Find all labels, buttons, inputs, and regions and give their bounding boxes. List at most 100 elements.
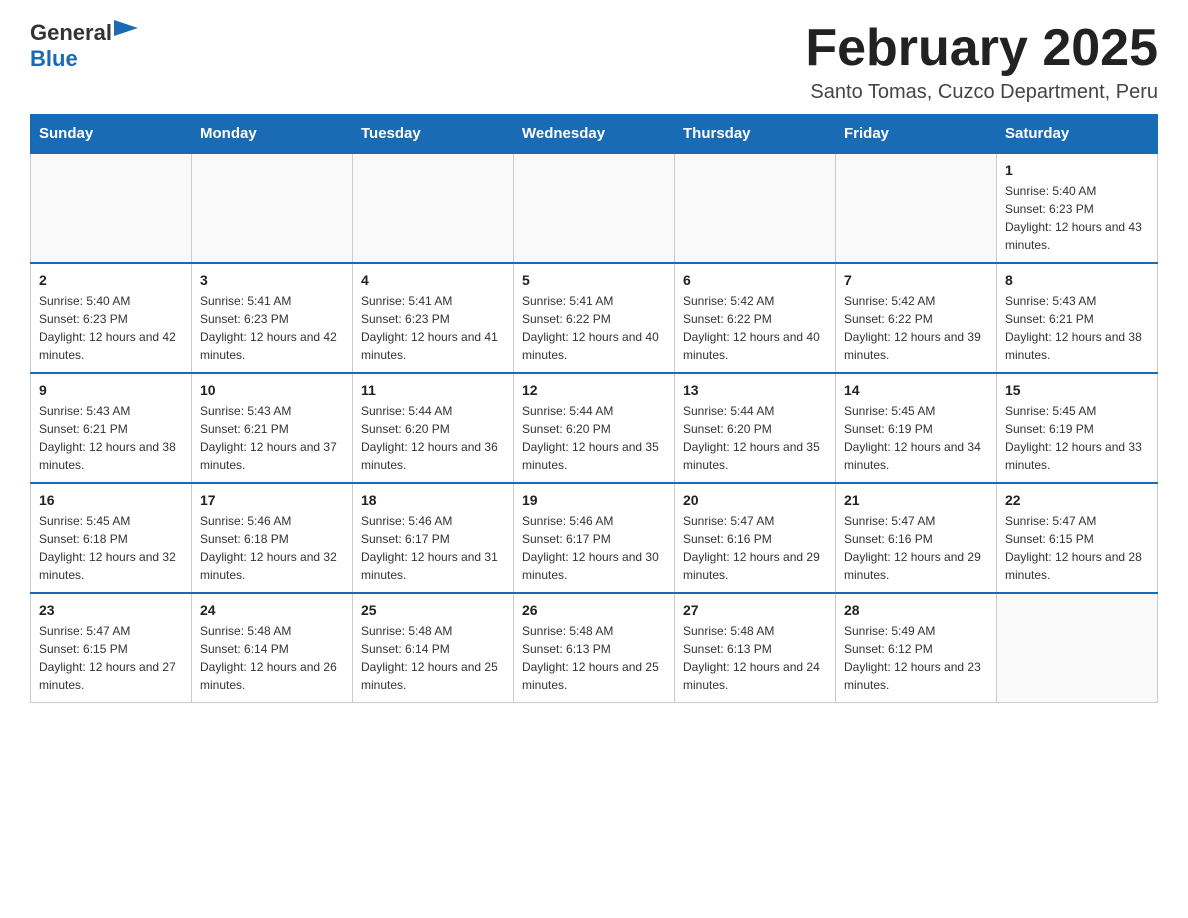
day-info: Sunrise: 5:48 AM Sunset: 6:14 PM Dayligh… <box>361 622 505 694</box>
logo: General Blue <box>30 20 138 72</box>
day-number: 8 <box>1005 272 1149 288</box>
day-number: 9 <box>39 382 183 398</box>
calendar-cell <box>31 153 192 263</box>
day-number: 28 <box>844 602 988 618</box>
calendar-cell: 9 Sunrise: 5:43 AM Sunset: 6:21 PM Daylig… <box>31 373 192 483</box>
day-info: Sunrise: 5:43 AM Sunset: 6:21 PM Dayligh… <box>39 402 183 474</box>
calendar-table: SundayMondayTuesdayWednesdayThursdayFrid… <box>30 114 1158 703</box>
calendar-cell <box>192 153 353 263</box>
page-header: General Blue February 2025 Santo Tomas, … <box>30 20 1158 104</box>
day-info: Sunrise: 5:44 AM Sunset: 6:20 PM Dayligh… <box>683 402 827 474</box>
day-info: Sunrise: 5:41 AM Sunset: 6:23 PM Dayligh… <box>361 292 505 364</box>
day-info: Sunrise: 5:44 AM Sunset: 6:20 PM Dayligh… <box>522 402 666 474</box>
calendar-cell: 3 Sunrise: 5:41 AM Sunset: 6:23 PM Daylig… <box>192 263 353 373</box>
calendar-header-thursday: Thursday <box>675 115 836 154</box>
calendar-cell: 28 Sunrise: 5:49 AM Sunset: 6:12 PM Dayli… <box>836 593 997 703</box>
calendar-cell: 10 Sunrise: 5:43 AM Sunset: 6:21 PM Dayli… <box>192 373 353 483</box>
day-info: Sunrise: 5:43 AM Sunset: 6:21 PM Dayligh… <box>200 402 344 474</box>
day-info: Sunrise: 5:46 AM Sunset: 6:17 PM Dayligh… <box>361 512 505 584</box>
calendar-cell <box>353 153 514 263</box>
day-info: Sunrise: 5:47 AM Sunset: 6:15 PM Dayligh… <box>39 622 183 694</box>
day-number: 6 <box>683 272 827 288</box>
day-number: 11 <box>361 382 505 398</box>
day-number: 21 <box>844 492 988 508</box>
day-number: 5 <box>522 272 666 288</box>
logo-general-text: General <box>30 20 112 45</box>
month-year-title: February 2025 <box>805 20 1158 77</box>
calendar-cell: 5 Sunrise: 5:41 AM Sunset: 6:22 PM Daylig… <box>514 263 675 373</box>
calendar-header-row: SundayMondayTuesdayWednesdayThursdayFrid… <box>31 115 1158 154</box>
day-info: Sunrise: 5:48 AM Sunset: 6:13 PM Dayligh… <box>522 622 666 694</box>
day-number: 26 <box>522 602 666 618</box>
day-info: Sunrise: 5:44 AM Sunset: 6:20 PM Dayligh… <box>361 402 505 474</box>
calendar-cell: 12 Sunrise: 5:44 AM Sunset: 6:20 PM Dayli… <box>514 373 675 483</box>
calendar-cell: 2Sunrise: 5:40 AM Sunset: 6:23 PM Daylig… <box>31 263 192 373</box>
calendar-cell <box>514 153 675 263</box>
calendar-header-monday: Monday <box>192 115 353 154</box>
calendar-cell: 13Sunrise: 5:44 AM Sunset: 6:20 PM Dayli… <box>675 373 836 483</box>
calendar-cell <box>675 153 836 263</box>
day-number: 14 <box>844 382 988 398</box>
day-info: Sunrise: 5:46 AM Sunset: 6:17 PM Dayligh… <box>522 512 666 584</box>
day-info: Sunrise: 5:48 AM Sunset: 6:14 PM Dayligh… <box>200 622 344 694</box>
day-number: 3 <box>200 272 344 288</box>
day-number: 10 <box>200 382 344 398</box>
day-number: 22 <box>1005 492 1149 508</box>
calendar-cell: 4 Sunrise: 5:41 AM Sunset: 6:23 PM Daylig… <box>353 263 514 373</box>
day-info: Sunrise: 5:45 AM Sunset: 6:19 PM Dayligh… <box>844 402 988 474</box>
calendar-cell: 16 Sunrise: 5:45 AM Sunset: 6:18 PM Dayli… <box>31 483 192 593</box>
day-info: Sunrise: 5:47 AM Sunset: 6:16 PM Dayligh… <box>683 512 827 584</box>
calendar-header-friday: Friday <box>836 115 997 154</box>
location-subtitle: Santo Tomas, Cuzco Department, Peru <box>805 81 1158 104</box>
day-number: 15 <box>1005 382 1149 398</box>
calendar-header-sunday: Sunday <box>31 115 192 154</box>
calendar-header-tuesday: Tuesday <box>353 115 514 154</box>
day-info: Sunrise: 5:46 AM Sunset: 6:18 PM Dayligh… <box>200 512 344 584</box>
calendar-week-row: 16 Sunrise: 5:45 AM Sunset: 6:18 PM Dayli… <box>31 483 1158 593</box>
calendar-cell: 11 Sunrise: 5:44 AM Sunset: 6:20 PM Dayli… <box>353 373 514 483</box>
day-info: Sunrise: 5:41 AM Sunset: 6:22 PM Dayligh… <box>522 292 666 364</box>
day-info: Sunrise: 5:40 AM Sunset: 6:23 PM Dayligh… <box>1005 182 1149 254</box>
day-number: 27 <box>683 602 827 618</box>
calendar-cell: 25 Sunrise: 5:48 AM Sunset: 6:14 PM Dayli… <box>353 593 514 703</box>
calendar-cell: 14 Sunrise: 5:45 AM Sunset: 6:19 PM Dayli… <box>836 373 997 483</box>
day-info: Sunrise: 5:41 AM Sunset: 6:23 PM Dayligh… <box>200 292 344 364</box>
day-info: Sunrise: 5:43 AM Sunset: 6:21 PM Dayligh… <box>1005 292 1149 364</box>
day-number: 18 <box>361 492 505 508</box>
calendar-cell: 19 Sunrise: 5:46 AM Sunset: 6:17 PM Dayli… <box>514 483 675 593</box>
day-number: 23 <box>39 602 183 618</box>
calendar-header-wednesday: Wednesday <box>514 115 675 154</box>
day-number: 19 <box>522 492 666 508</box>
day-number: 17 <box>200 492 344 508</box>
calendar-week-row: 2Sunrise: 5:40 AM Sunset: 6:23 PM Daylig… <box>31 263 1158 373</box>
day-number: 12 <box>522 382 666 398</box>
day-number: 4 <box>361 272 505 288</box>
calendar-cell: 18 Sunrise: 5:46 AM Sunset: 6:17 PM Dayli… <box>353 483 514 593</box>
day-info: Sunrise: 5:45 AM Sunset: 6:18 PM Dayligh… <box>39 512 183 584</box>
calendar-cell: 22 Sunrise: 5:47 AM Sunset: 6:15 PM Dayli… <box>997 483 1158 593</box>
calendar-cell: 20Sunrise: 5:47 AM Sunset: 6:16 PM Dayli… <box>675 483 836 593</box>
calendar-week-row: 9 Sunrise: 5:43 AM Sunset: 6:21 PM Daylig… <box>31 373 1158 483</box>
day-info: Sunrise: 5:47 AM Sunset: 6:16 PM Dayligh… <box>844 512 988 584</box>
day-number: 16 <box>39 492 183 508</box>
calendar-cell <box>997 593 1158 703</box>
day-info: Sunrise: 5:49 AM Sunset: 6:12 PM Dayligh… <box>844 622 988 694</box>
day-number: 1 <box>1005 162 1149 178</box>
day-number: 2 <box>39 272 183 288</box>
calendar-cell: 6Sunrise: 5:42 AM Sunset: 6:22 PM Daylig… <box>675 263 836 373</box>
calendar-cell: 24 Sunrise: 5:48 AM Sunset: 6:14 PM Dayli… <box>192 593 353 703</box>
title-section: February 2025 Santo Tomas, Cuzco Departm… <box>805 20 1158 104</box>
day-number: 7 <box>844 272 988 288</box>
logo-blue-text: Blue <box>30 46 78 71</box>
calendar-cell: 7 Sunrise: 5:42 AM Sunset: 6:22 PM Daylig… <box>836 263 997 373</box>
day-info: Sunrise: 5:42 AM Sunset: 6:22 PM Dayligh… <box>844 292 988 364</box>
logo-wordmark: General Blue <box>30 20 138 72</box>
day-info: Sunrise: 5:47 AM Sunset: 6:15 PM Dayligh… <box>1005 512 1149 584</box>
calendar-cell <box>836 153 997 263</box>
day-number: 25 <box>361 602 505 618</box>
calendar-cell: 1 Sunrise: 5:40 AM Sunset: 6:23 PM Daylig… <box>997 153 1158 263</box>
logo-flag-icon <box>114 20 138 40</box>
day-number: 24 <box>200 602 344 618</box>
calendar-week-row: 1 Sunrise: 5:40 AM Sunset: 6:23 PM Daylig… <box>31 153 1158 263</box>
calendar-cell: 21 Sunrise: 5:47 AM Sunset: 6:16 PM Dayli… <box>836 483 997 593</box>
